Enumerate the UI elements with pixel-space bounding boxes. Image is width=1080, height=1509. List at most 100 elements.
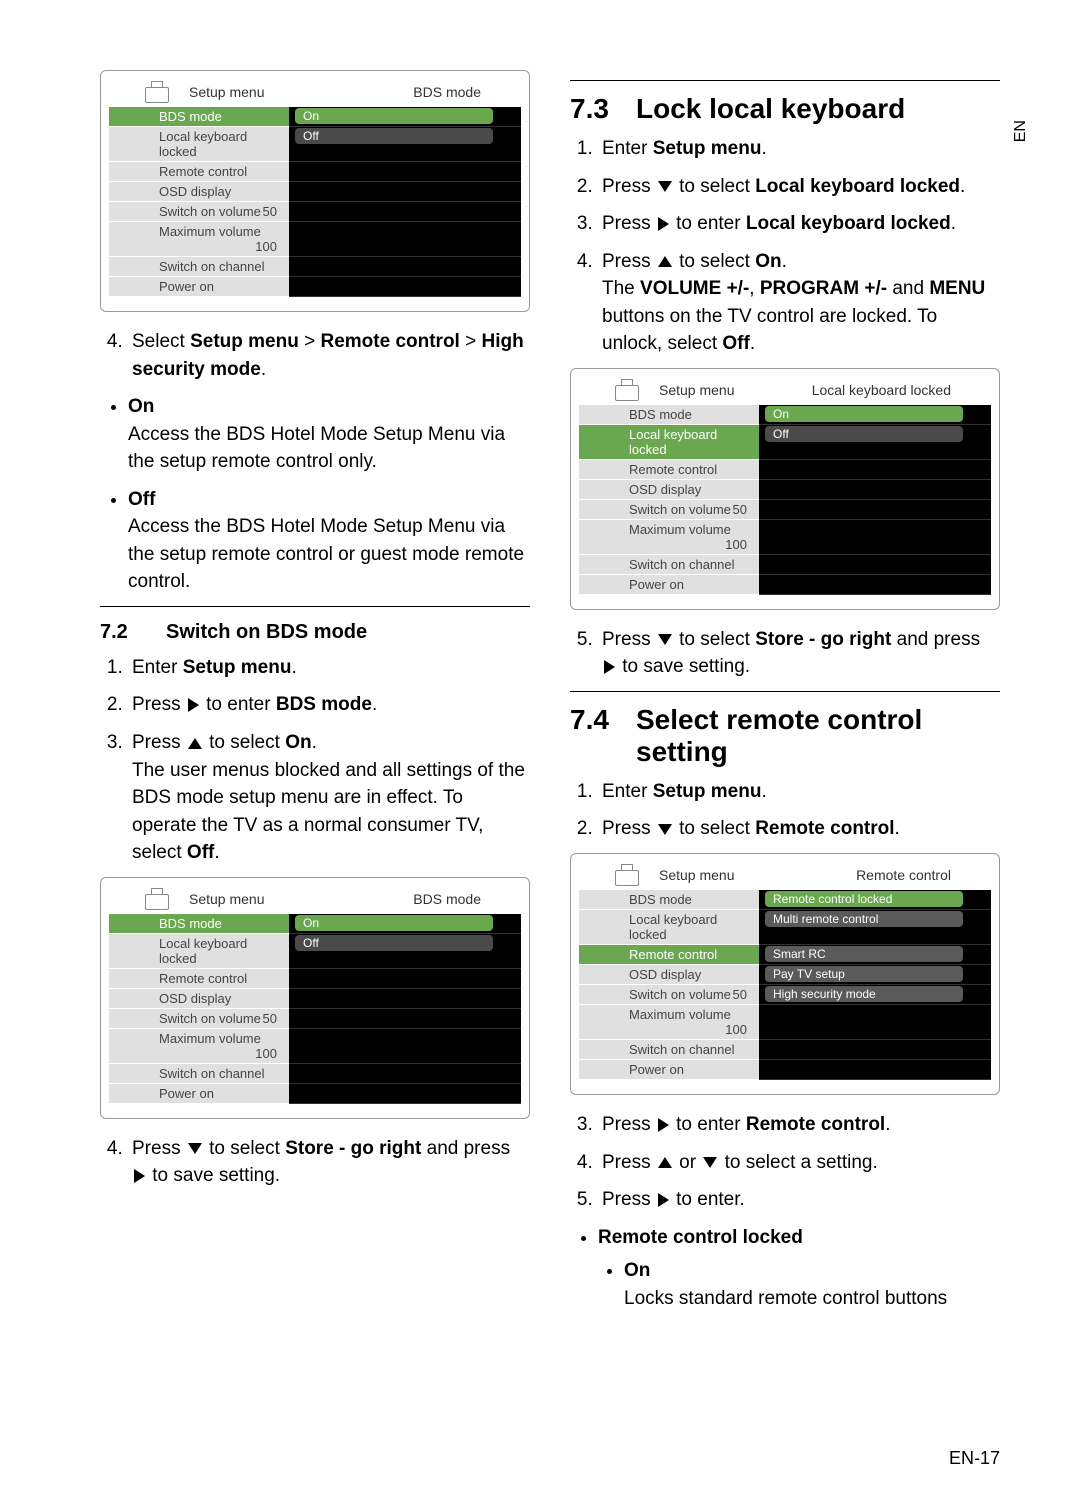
menu-subtitle: Remote control [856, 867, 991, 886]
menu-item-label: Power on [579, 1060, 759, 1080]
left-column: Setup menu BDS mode BDS modeOnLocal keyb… [100, 70, 530, 1322]
menu-item-label: Maximum volume100 [109, 222, 289, 257]
menu-row: Local keyboard lockedOff [579, 425, 991, 460]
menu-item-label: Switch on volume50 [109, 202, 289, 222]
menu-row: Remote control [579, 460, 991, 480]
menu-title: Setup menu [659, 867, 735, 886]
rcl-on: OnLocks standard remote control buttons [624, 1257, 1000, 1312]
menu-row: Maximum volume100 [109, 1029, 521, 1064]
right-icon [658, 1193, 669, 1207]
menu-item-label: OSD display [579, 480, 759, 500]
menu-item-label: Switch on volume50 [109, 1009, 289, 1029]
s73-2: Press to select Local keyboard locked. [598, 173, 1000, 201]
down-icon [658, 181, 672, 192]
tv-icon [143, 81, 171, 103]
menu-item-value: Smart RC [759, 945, 991, 965]
down-icon [658, 634, 672, 645]
menu-item-value: High security mode [759, 985, 991, 1005]
menu-title: Setup menu [659, 382, 735, 401]
s74-4: Press or to select a setting. [598, 1149, 1000, 1177]
menu-item-label: Local keyboard locked [109, 127, 289, 162]
menu-title: Setup menu [189, 891, 265, 910]
menu-item-value [289, 1009, 521, 1029]
menu-item-label: Remote control [109, 969, 289, 989]
menu-figure-2: Setup menu BDS mode BDS modeOnLocal keyb… [100, 877, 530, 1119]
menu-item-label: Maximum volume100 [579, 520, 759, 555]
right-icon [658, 1118, 669, 1132]
menu-item-value: On [759, 405, 991, 425]
menu-item-value: On [289, 107, 521, 127]
menu-figure-3: Setup menu Local keyboard locked BDS mod… [570, 368, 1000, 610]
menu-item-label: Maximum volume100 [579, 1005, 759, 1040]
menu-item-label: Switch on channel [109, 257, 289, 277]
menu-row: Local keyboard lockedMulti remote contro… [579, 910, 991, 945]
step-4: Select Setup menu > Remote control > Hig… [128, 328, 530, 383]
menu-item-value [289, 277, 521, 297]
right-icon [604, 660, 615, 674]
right-icon [658, 217, 669, 231]
s74-3: Press to enter Remote control. [598, 1111, 1000, 1139]
s72-2: Press to enter BDS mode. [128, 691, 530, 719]
menu-item-value [759, 1005, 991, 1040]
menu-row: BDS modeOn [579, 405, 991, 425]
menu-item-label: Switch on volume50 [579, 985, 759, 1005]
menu-item-value [289, 1029, 521, 1064]
menu-item-label: OSD display [579, 965, 759, 985]
s73-4: Press to select On. The VOLUME +/-, PROG… [598, 248, 1000, 358]
menu-item-value: Off [289, 127, 521, 162]
menu-item-label: Remote control [579, 460, 759, 480]
menu-item-value [759, 1060, 991, 1080]
menu-item-value [759, 520, 991, 555]
menu-item-value [759, 555, 991, 575]
menu-row: Power on [579, 1060, 991, 1080]
menu-row: BDS modeOn [109, 107, 521, 127]
right-icon [134, 1169, 145, 1183]
menu-row: Switch on volume50High security mode [579, 985, 991, 1005]
menu-item-label: BDS mode [109, 107, 289, 127]
menu-row: BDS modeRemote control locked [579, 890, 991, 910]
menu-row: Switch on volume50 [579, 500, 991, 520]
menu-item-label: OSD display [109, 182, 289, 202]
menu-row: Maximum volume100 [579, 520, 991, 555]
menu-subtitle: BDS mode [413, 891, 521, 910]
s72-3: Press to select On. The user menus block… [128, 729, 530, 867]
right-icon [188, 698, 199, 712]
menu-row: OSD display [579, 480, 991, 500]
tv-icon [613, 379, 641, 401]
menu-row: OSD displayPay TV setup [579, 965, 991, 985]
menu-row: Switch on volume50 [109, 1009, 521, 1029]
menu-row: Power on [109, 277, 521, 297]
menu-row: Switch on channel [579, 1040, 991, 1060]
menu-item-value [289, 202, 521, 222]
menu-figure-4: Setup menu Remote control BDS modeRemote… [570, 853, 1000, 1095]
menu-item-value [289, 162, 521, 182]
menu-item-value: Off [759, 425, 991, 460]
heading-7-3: 7.3 Lock local keyboard [570, 93, 1000, 125]
menu-row: Remote controlSmart RC [579, 945, 991, 965]
menu-item-value [289, 222, 521, 257]
s74-5: Press to enter. [598, 1186, 1000, 1214]
menu-item-value [759, 480, 991, 500]
down-icon [658, 824, 672, 835]
menu-item-value [759, 500, 991, 520]
menu-item-label: Switch on channel [109, 1064, 289, 1084]
menu-row: BDS modeOn [109, 914, 521, 934]
tv-icon [143, 888, 171, 910]
s73-1: Enter Setup menu. [598, 135, 1000, 163]
menu-item-label: BDS mode [579, 405, 759, 425]
menu-row: Remote control [109, 969, 521, 989]
s74-1: Enter Setup menu. [598, 778, 1000, 806]
rcl-bullet: Remote control locked OnLocks standard r… [598, 1224, 1000, 1313]
menu-item-value [289, 1084, 521, 1104]
menu-figure-1: Setup menu BDS mode BDS modeOnLocal keyb… [100, 70, 530, 312]
menu-item-value: Off [289, 934, 521, 969]
s73-5: Press to select Store - go right and pre… [598, 626, 1000, 681]
up-icon [188, 738, 202, 749]
menu-item-label: Local keyboard locked [109, 934, 289, 969]
menu-title: Setup menu [189, 84, 265, 103]
menu-row: Local keyboard lockedOff [109, 127, 521, 162]
up-icon [658, 1157, 672, 1168]
menu-item-label: Power on [579, 575, 759, 595]
s74-2: Press to select Remote control. [598, 815, 1000, 843]
menu-row: OSD display [109, 989, 521, 1009]
